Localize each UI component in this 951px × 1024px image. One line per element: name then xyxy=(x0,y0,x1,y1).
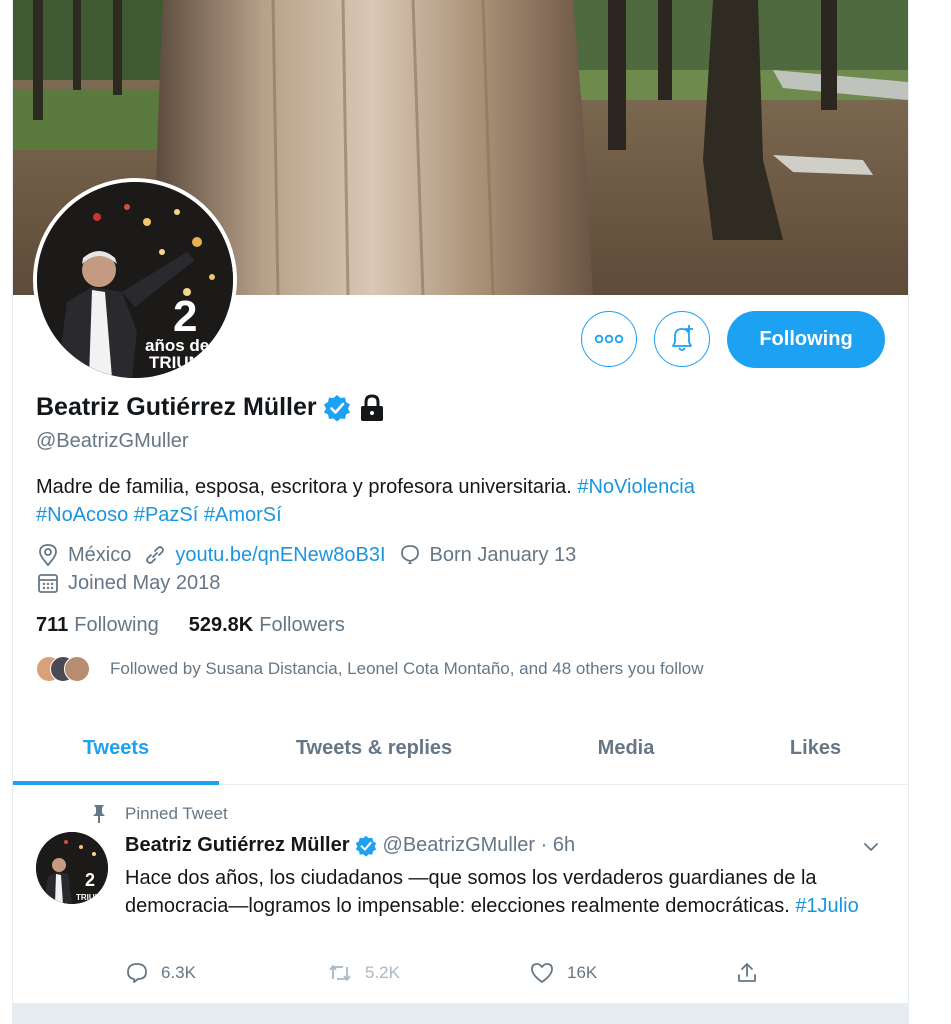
followers-count: 529.8K xyxy=(188,614,254,636)
tab-likes[interactable]: Likes xyxy=(723,712,908,784)
hashtag-link[interactable]: #AmorSí xyxy=(204,504,282,526)
retweet-count: 5.2K xyxy=(365,963,400,982)
more-icon xyxy=(594,334,624,344)
tweet-body: Hace dos años, los ciudadanos —que somos… xyxy=(125,867,817,917)
hashtag-link[interactable]: #1Julio xyxy=(795,895,858,917)
like-count: 16K xyxy=(567,963,598,982)
hashtag-link[interactable]: #NoAcoso xyxy=(36,504,128,526)
reply-button[interactable]: 6.3K xyxy=(125,961,327,985)
following-button[interactable]: Following xyxy=(727,311,885,368)
balloon-icon xyxy=(400,545,419,564)
share-button[interactable] xyxy=(735,961,771,985)
verified-badge-icon xyxy=(355,835,376,857)
location-pin-icon xyxy=(39,544,57,567)
profile-meta-row: México youtu.be/qnENew8oB3I Born January… xyxy=(36,543,588,567)
heart-icon xyxy=(531,963,553,983)
pin-icon xyxy=(93,805,105,823)
more-options-button[interactable] xyxy=(581,311,637,367)
profile-stats: 711 Following 529.8K Followers xyxy=(36,614,375,637)
location: México xyxy=(36,543,131,567)
tweet-actions: 6.3K 5.2K 16K xyxy=(125,961,771,985)
avatar xyxy=(64,656,90,682)
followers-label: Followers xyxy=(259,614,345,636)
profile-column: 2 años de TRIUN Following Beatriz Gutiér… xyxy=(12,0,909,1024)
tweet-menu-button[interactable] xyxy=(861,837,881,862)
profile-handle: @BeatrizGMuller xyxy=(36,430,189,452)
reply-icon xyxy=(127,963,147,983)
birthday: Born January 13 xyxy=(398,543,577,567)
verified-badge-icon xyxy=(323,394,350,421)
bell-plus-icon xyxy=(672,325,693,351)
chevron-down-icon xyxy=(864,843,878,851)
tweet-text: Hace dos años, los ciudadanos —que somos… xyxy=(125,864,885,920)
pinned-text: Pinned Tweet xyxy=(125,804,228,823)
location-text: México xyxy=(68,543,132,566)
tweet-avatar[interactable]: 2 TRIUN xyxy=(36,832,108,904)
tab-tweets-replies[interactable]: Tweets & replies xyxy=(219,712,529,784)
calendar-icon xyxy=(38,574,58,593)
tab-tweets[interactable]: Tweets xyxy=(13,712,219,785)
hashtag-link[interactable]: #NoViolencia xyxy=(577,476,695,498)
retweet-button[interactable]: 5.2K xyxy=(327,961,529,985)
timeline-separator xyxy=(13,1004,908,1024)
reply-count: 6.3K xyxy=(161,963,196,982)
following-stat[interactable]: 711 Following xyxy=(36,614,159,637)
hashtag-link[interactable]: #PazSí xyxy=(134,504,198,526)
followed-by-text: Followed by Susana Distancia, Leonel Cot… xyxy=(110,659,704,678)
tab-media[interactable]: Media xyxy=(529,712,723,784)
following-count: 711 xyxy=(36,614,69,636)
avatar-overlay-number: 2 xyxy=(173,292,198,341)
profile-bio: Madre de familia, esposa, escritora y pr… xyxy=(36,473,866,529)
profile-meta-row: Joined May 2018 xyxy=(36,571,232,595)
followers-stat[interactable]: 529.8K Followers xyxy=(189,614,345,637)
bio-text: Madre de familia, esposa, escritora y pr… xyxy=(36,476,578,498)
pinned-label: Pinned Tweet xyxy=(91,804,228,824)
like-button[interactable]: 16K xyxy=(529,961,735,985)
tweet-avatar-number: 2 xyxy=(85,870,95,890)
profile-name: Beatriz Gutiérrez Müller xyxy=(36,393,385,422)
profile-tabs: Tweets Tweets & replies Media Likes xyxy=(13,712,908,785)
tweet-handle-time[interactable]: @BeatrizGMuller · 6h xyxy=(383,834,576,857)
avatar-overlay-text-2: TRIUN xyxy=(149,353,201,372)
profile-avatar[interactable]: 2 años de TRIUN xyxy=(33,178,237,382)
tweet-header: Beatriz Gutiérrez Müller @BeatrizGMuller… xyxy=(125,834,575,857)
share-icon xyxy=(738,963,756,982)
pinned-tweet[interactable]: Pinned Tweet 2 TRIUN Beatriz Gutiérrez M… xyxy=(13,785,908,1004)
link-icon xyxy=(146,546,165,564)
profile-name-text: Beatriz Gutiérrez Müller xyxy=(36,393,317,421)
tweet-author[interactable]: Beatriz Gutiérrez Müller xyxy=(125,834,350,857)
website-link[interactable]: youtu.be/qnENew8oB3I xyxy=(175,544,385,567)
birthday-text: Born January 13 xyxy=(429,543,577,566)
followed-by[interactable]: Followed by Susana Distancia, Leonel Cot… xyxy=(36,656,703,682)
website: youtu.be/qnENew8oB3I xyxy=(143,543,386,567)
retweet-icon xyxy=(329,965,351,981)
joined: Joined May 2018 xyxy=(36,571,220,595)
tweet-avatar-text: TRIUN xyxy=(76,893,101,902)
follower-avatars xyxy=(36,656,96,682)
following-label: Following xyxy=(74,614,159,636)
lock-icon xyxy=(360,393,383,421)
joined-text: Joined May 2018 xyxy=(68,571,221,594)
notifications-button[interactable] xyxy=(654,311,710,367)
